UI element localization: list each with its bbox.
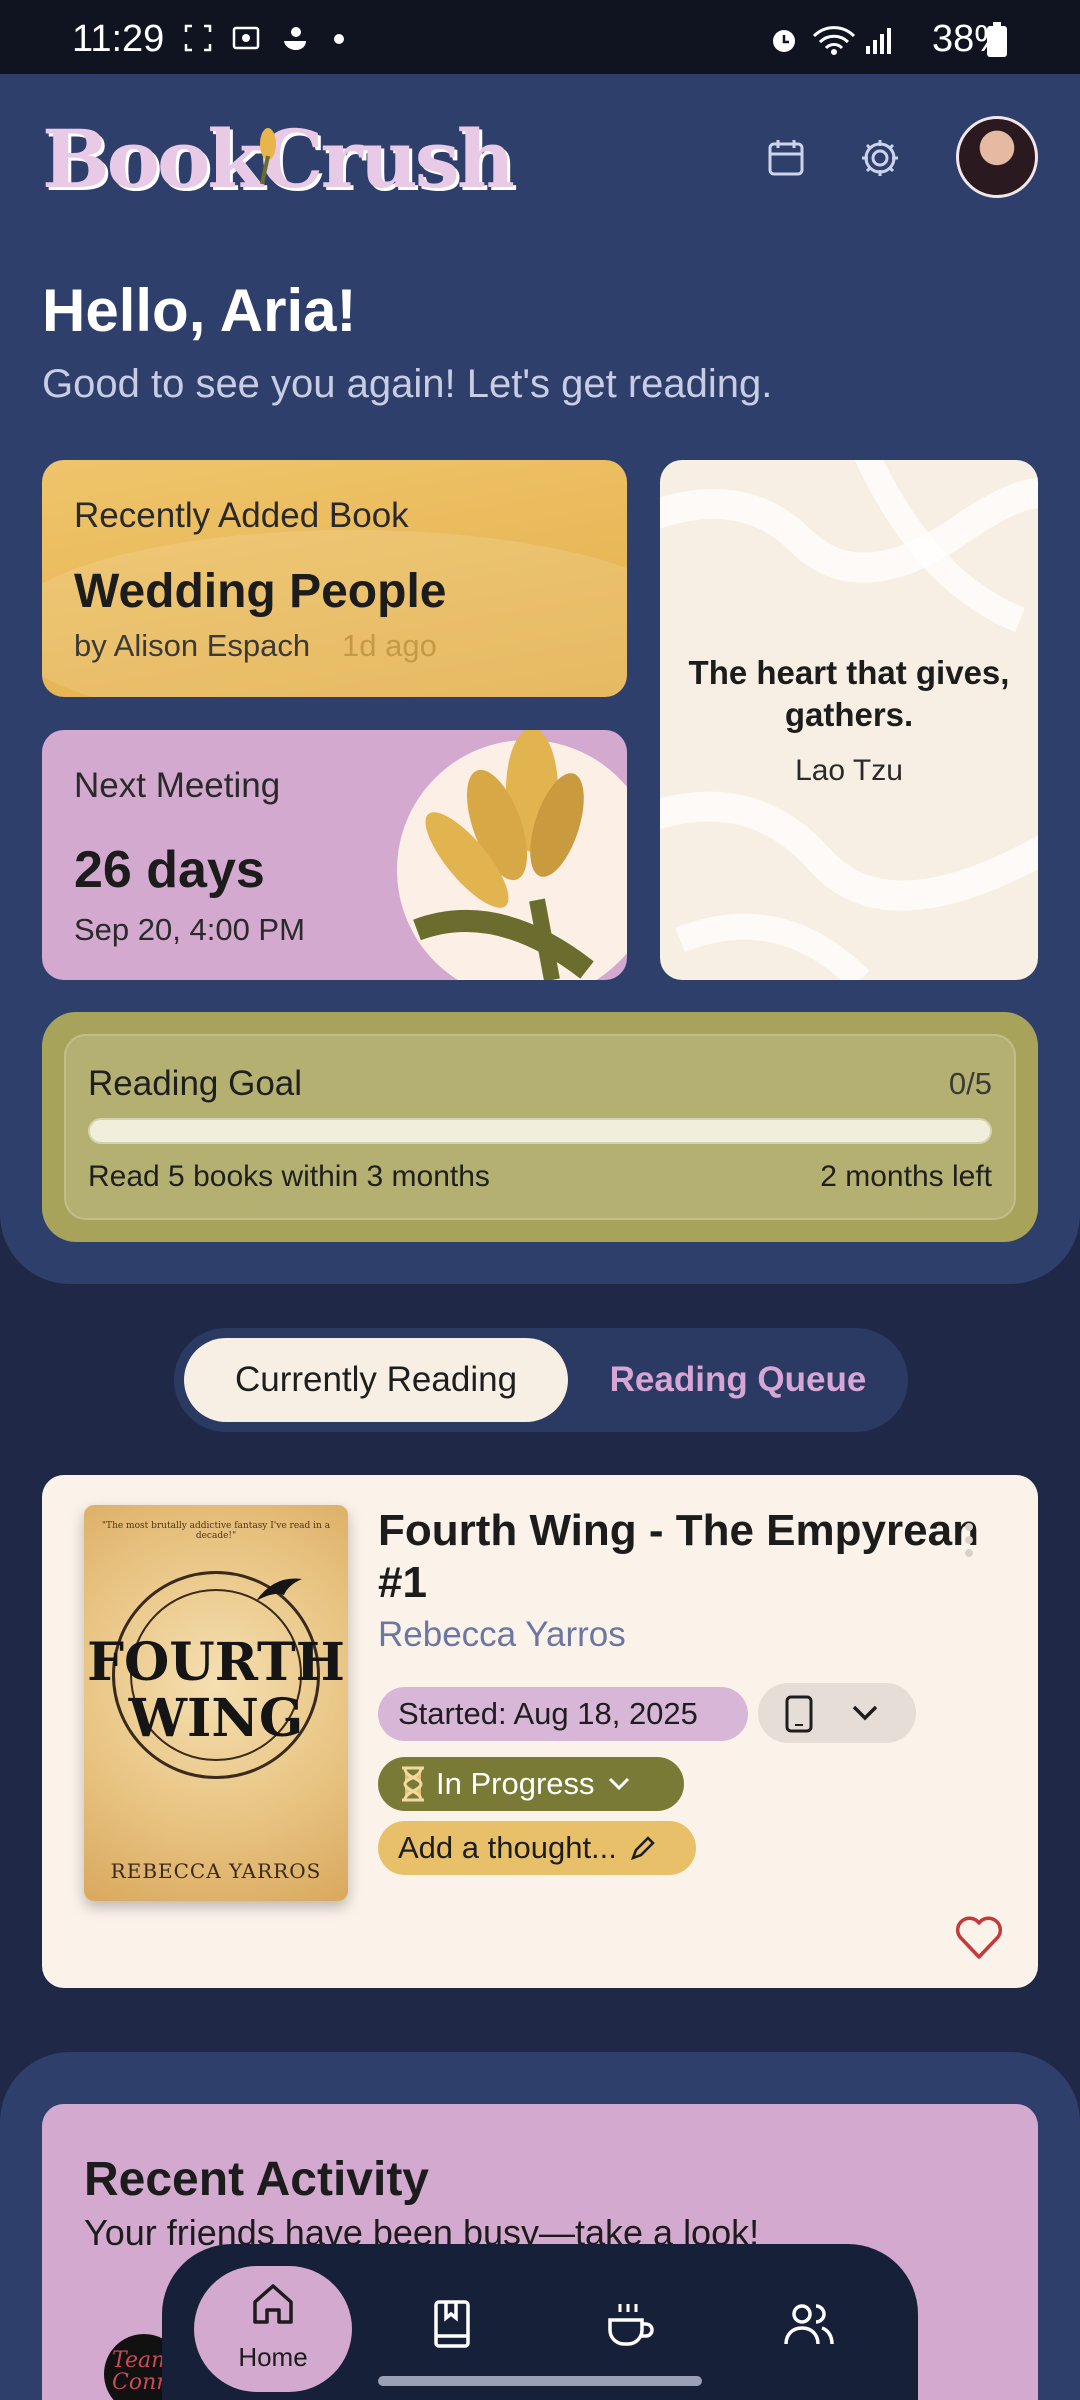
status-chevron-down-icon <box>608 1777 629 1791</box>
cover-tagline: "The most brutally addictive fantasy I'v… <box>101 1521 331 1541</box>
meeting-label: Next Meeting <box>74 766 281 805</box>
book-author: Rebecca Yarros <box>378 1615 626 1654</box>
format-dropdown[interactable] <box>758 1683 916 1743</box>
home-indicator[interactable] <box>378 2376 702 2386</box>
cover-title-line2: WING <box>128 1688 304 1749</box>
tab-reading-queue[interactable]: Reading Queue <box>578 1338 898 1422</box>
wifi-icon <box>812 26 856 55</box>
greeting-title: Hello, Aria! <box>42 277 357 344</box>
meeting-date: Sep 20, 4:00 PM <box>74 912 305 947</box>
nav-home-label: Home <box>238 2342 308 2372</box>
nav-library-book-icon[interactable] <box>424 2296 480 2352</box>
goal-title: Reading Goal <box>88 1064 303 1103</box>
signal-icon <box>866 28 891 54</box>
user-avatar[interactable] <box>956 116 1038 198</box>
flower-logo-icon <box>260 128 276 185</box>
heart-favorite-icon[interactable] <box>954 1915 1004 1961</box>
reading-goal-card[interactable]: Reading Goal 0/5 Read 5 books within 3 m… <box>42 1012 1038 1242</box>
screenshot-icon <box>184 24 212 52</box>
alarm-icon <box>773 30 795 52</box>
book-cover[interactable]: "The most brutally addictive fantasy I'v… <box>84 1505 348 1901</box>
more-options-icon[interactable] <box>944 1515 994 1565</box>
cover-title: FOURTH WING <box>84 1635 348 1747</box>
nav-friends-icon[interactable] <box>780 2296 836 2352</box>
current-book-card[interactable]: "The most brutally addictive fantasy I'v… <box>42 1475 1038 1988</box>
add-thought-button[interactable]: Add a thought... <box>378 1821 696 1875</box>
next-meeting-card[interactable]: Next Meeting 26 days Sep 20, 4:00 PM <box>42 730 627 980</box>
quote-author: Lao Tzu <box>795 754 903 787</box>
status-dropdown[interactable]: In Progress <box>378 1757 684 1811</box>
quote-text: The heart that gives, gathers. <box>688 654 1010 733</box>
recent-book-time: 1d ago <box>342 628 437 663</box>
status-bar: 11:29 38% <box>0 0 1080 74</box>
activity-title: Recent Activity <box>84 2153 429 2206</box>
greeting-subtitle: Good to see you again! Let's get reading… <box>42 362 773 406</box>
home-icon <box>253 2284 293 2324</box>
cover-title-line1: FOURTH <box>87 1632 345 1693</box>
pencil-icon <box>630 1836 655 1861</box>
recent-label: Recently Added Book <box>74 496 409 535</box>
duck-icon <box>284 27 306 50</box>
screen-record-icon <box>232 26 260 50</box>
quote-card: The heart that gives, gathers. Lao Tzu <box>660 460 1038 980</box>
hourglass-icon <box>402 1766 424 1802</box>
settings-gear-icon[interactable] <box>850 128 910 188</box>
add-thought-label: Add a thought... <box>398 1830 617 1865</box>
meeting-countdown: 26 days <box>74 841 265 899</box>
status-label: In Progress <box>436 1766 595 1801</box>
goal-progress-bar <box>88 1118 992 1144</box>
battery-icon <box>987 22 1007 57</box>
flower-illustration-icon <box>397 730 627 980</box>
recently-added-card[interactable]: Recently Added Book Wedding People by Al… <box>42 460 627 697</box>
calendar-icon[interactable] <box>756 128 816 188</box>
recent-book-author: by Alison Espach <box>74 628 311 663</box>
goal-description: Read 5 books within 3 months <box>88 1160 490 1193</box>
recent-book-title: Wedding People <box>74 565 447 618</box>
status-time: 11:29 <box>72 18 165 60</box>
dragon-icon <box>256 1578 302 1601</box>
phone-icon <box>785 1695 813 1733</box>
nav-coffee-cup-icon[interactable] <box>602 2296 658 2352</box>
chevron-down-icon <box>852 1705 878 1721</box>
cover-author: REBECCA YARROS <box>110 1859 322 1883</box>
tab-currently-reading[interactable]: Currently Reading <box>184 1338 568 1422</box>
started-date-chip[interactable]: Started: Aug 18, 2025 <box>378 1687 748 1741</box>
notification-dot <box>334 34 344 44</box>
reading-tabs: Currently Reading Reading Queue <box>174 1328 908 1432</box>
book-title: Fourth Wing - The Empyrean #1 <box>378 1506 979 1607</box>
goal-count: 0/5 <box>948 1066 992 1101</box>
goal-time-left: 2 months left <box>820 1160 992 1193</box>
